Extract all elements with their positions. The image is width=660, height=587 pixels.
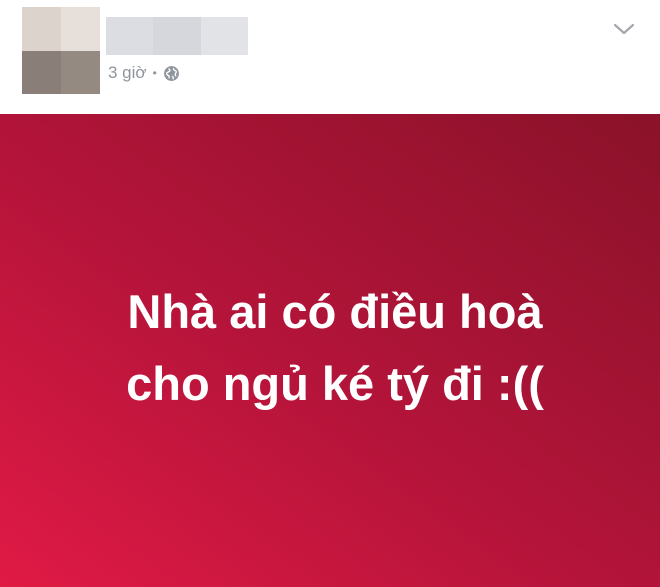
meta-separator: • [152,66,157,80]
avatar[interactable] [22,7,100,94]
status-line: Nhà ai có điều hoà [127,284,543,338]
blur-block [106,17,154,55]
author-name-blurred[interactable] [106,17,248,55]
post-meta: 3 giờ • [108,62,180,84]
post-timestamp[interactable]: 3 giờ [108,62,147,84]
facebook-post: 3 giờ • Nhà ai có điều hoà cho ngủ ké tý… [0,0,660,587]
blur-block [200,17,248,55]
avatar-pixel [61,7,100,51]
chevron-down-icon[interactable] [612,20,636,38]
status-text: Nhà ai có điều hoà cho ngủ ké tý đi :(( [126,276,544,420]
blur-block [153,17,201,55]
status-background: Nhà ai có điều hoà cho ngủ ké tý đi :(( [0,114,660,587]
avatar-pixel [22,50,61,94]
post-header: 3 giờ • [0,0,660,114]
avatar-pixel [22,7,61,51]
globe-icon[interactable] [163,65,180,82]
avatar-pixel [61,50,100,94]
status-line: cho ngủ ké tý đi :(( [126,356,544,410]
